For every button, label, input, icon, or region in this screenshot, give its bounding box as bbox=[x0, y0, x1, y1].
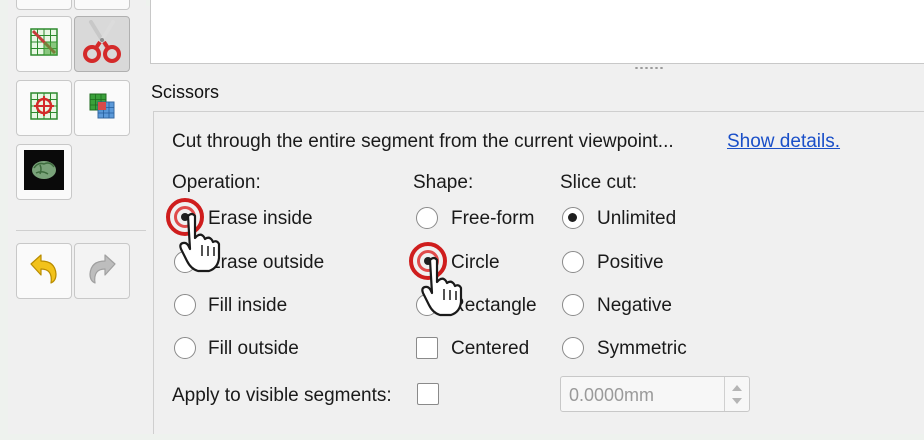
symmetric-radio[interactable] bbox=[562, 337, 584, 359]
undo-icon bbox=[27, 252, 61, 291]
segments-table-area bbox=[150, 0, 924, 64]
apply-visible-checkbox[interactable] bbox=[417, 383, 439, 405]
slice-thickness-spinbox[interactable]: 0.0000mm bbox=[560, 376, 750, 412]
target-grid-icon bbox=[29, 91, 59, 126]
free-form-radio[interactable] bbox=[416, 207, 438, 229]
spin-down-arrow-icon[interactable] bbox=[732, 398, 742, 404]
fill-inside-label[interactable]: Fill inside bbox=[208, 295, 287, 317]
effect-title: Scissors bbox=[151, 82, 220, 102]
unlimited-radio[interactable] bbox=[562, 207, 584, 229]
logical-operators-icon bbox=[87, 91, 117, 126]
scissors-icon bbox=[81, 19, 123, 69]
scissors-tool-button[interactable] bbox=[74, 16, 130, 72]
free-form-label[interactable]: Free-form bbox=[451, 208, 534, 230]
fill-outside-label[interactable]: Fill outside bbox=[208, 338, 299, 360]
window-frame-left bbox=[0, 0, 8, 440]
undo-button[interactable] bbox=[16, 243, 72, 299]
symmetric-label[interactable]: Symmetric bbox=[597, 338, 687, 360]
fill-inside-radio[interactable] bbox=[174, 294, 196, 316]
operation-label: Operation: bbox=[172, 172, 261, 193]
slice-thickness-value: 0.0000mm bbox=[569, 385, 655, 405]
shape-label: Shape: bbox=[413, 172, 474, 193]
toolbar-separator bbox=[16, 230, 146, 231]
paint-grid-icon bbox=[29, 27, 59, 62]
splitter-handle[interactable] bbox=[634, 66, 664, 70]
redo-icon bbox=[85, 252, 119, 291]
slice-cut-label: Slice cut: bbox=[560, 172, 638, 193]
unlimited-label[interactable]: Unlimited bbox=[597, 208, 676, 230]
show-details-link[interactable]: Show details. bbox=[727, 131, 840, 153]
effect-description: Cut through the entire segment from the … bbox=[172, 131, 674, 152]
erase-outside-label[interactable]: Erase outside bbox=[208, 252, 324, 274]
negative-label[interactable]: Negative bbox=[597, 295, 672, 317]
positive-label[interactable]: Positive bbox=[597, 252, 664, 274]
negative-radio[interactable] bbox=[562, 294, 584, 316]
hand-cursor-icon bbox=[421, 256, 463, 317]
positive-radio[interactable] bbox=[562, 251, 584, 273]
logical-operators-tool-button[interactable] bbox=[74, 80, 130, 136]
redo-button[interactable] bbox=[74, 243, 130, 299]
surface-tool-button[interactable] bbox=[16, 144, 72, 200]
centered-checkbox[interactable] bbox=[416, 337, 438, 359]
apply-visible-label: Apply to visible segments: bbox=[172, 385, 392, 406]
spin-up-arrow-icon[interactable] bbox=[732, 385, 742, 391]
spinbox-buttons[interactable] bbox=[724, 377, 749, 411]
fill-outside-radio[interactable] bbox=[174, 337, 196, 359]
centered-label[interactable]: Centered bbox=[451, 338, 529, 360]
tool-button-top-left[interactable] bbox=[16, 0, 72, 10]
tool-button-top-right[interactable] bbox=[74, 0, 130, 10]
hand-cursor-icon bbox=[179, 212, 221, 273]
brain-icon bbox=[24, 149, 64, 195]
threshold-tool-button[interactable] bbox=[16, 80, 72, 136]
effects-toolbar bbox=[8, 0, 146, 434]
window-frame-bottom bbox=[0, 434, 924, 440]
paint-tool-button[interactable] bbox=[16, 16, 72, 72]
